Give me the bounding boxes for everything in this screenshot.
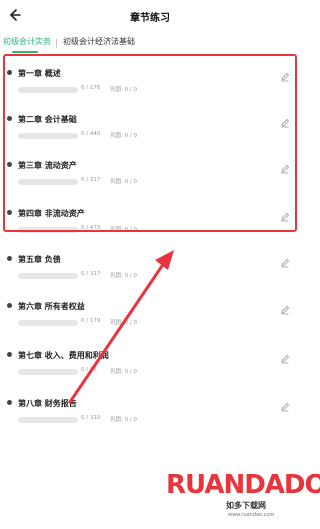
watermark-logo: RUANDADO (166, 470, 320, 500)
progress-placeholder (18, 417, 78, 423)
watermark-subtitle: 如多下载网 (226, 501, 266, 510)
page-title: 章节练习 (130, 13, 170, 24)
dot-icon (7, 400, 12, 405)
pencil-icon[interactable] (280, 354, 290, 364)
progress-placeholder (18, 320, 78, 326)
tab-divider (56, 39, 57, 48)
pencil-icon[interactable] (280, 305, 290, 315)
pencil-icon[interactable] (280, 402, 290, 412)
progress-placeholder (18, 369, 78, 375)
chapter-item[interactable]: 第五章 负债 0 / 317 巩固: 0 / 0 (0, 248, 300, 292)
chapter-item[interactable]: 第六章 所有者权益 0 / 179 巩固: 0 / 0 (0, 295, 300, 339)
progress-count: 0 / 317 (81, 271, 101, 277)
dot-icon (7, 256, 12, 261)
subject-tabs: 初级会计实务 初级会计经济法基础 (0, 32, 300, 54)
chapter-item[interactable]: 第八章 财务报告 0 / 315 巩固: 0 / 0 (0, 392, 300, 436)
review-count: 巩固: 0 / 0 (110, 369, 137, 375)
progress-placeholder (18, 273, 78, 279)
chapter-title: 第五章 负债 (18, 255, 61, 264)
dot-icon (7, 303, 12, 308)
tab-accounting-practice[interactable]: 初级会计实务 (3, 36, 51, 47)
top-bar: 章节练习 (0, 0, 300, 32)
chapter-title: 第六章 所有者权益 (18, 302, 85, 311)
review-count: 巩固: 0 / 0 (110, 273, 137, 279)
active-tab-indicator (12, 51, 38, 53)
progress-count: 0 / 315 (81, 415, 101, 421)
progress-count: 0 / 35 (81, 367, 97, 373)
dot-icon (7, 352, 12, 357)
watermark: RUANDADO 如多下载网 www.ruandao.com (166, 470, 320, 526)
chapter-title: 第七章 收入、费用和利润 (18, 351, 109, 360)
progress-count: 0 / 179 (81, 318, 101, 324)
chapter-title: 第八章 财务报告 (18, 399, 77, 408)
review-count: 巩固: 0 / 0 (110, 320, 137, 326)
chapter-item[interactable]: 第七章 收入、费用和利润 0 / 35 巩固: 0 / 0 (0, 344, 300, 388)
review-count: 巩固: 0 / 0 (110, 417, 137, 423)
highlight-box (3, 54, 297, 232)
tab-economic-law[interactable]: 初级会计经济法基础 (63, 36, 135, 47)
pencil-icon[interactable] (280, 258, 290, 268)
watermark-url: www.ruandao.com (228, 512, 275, 518)
